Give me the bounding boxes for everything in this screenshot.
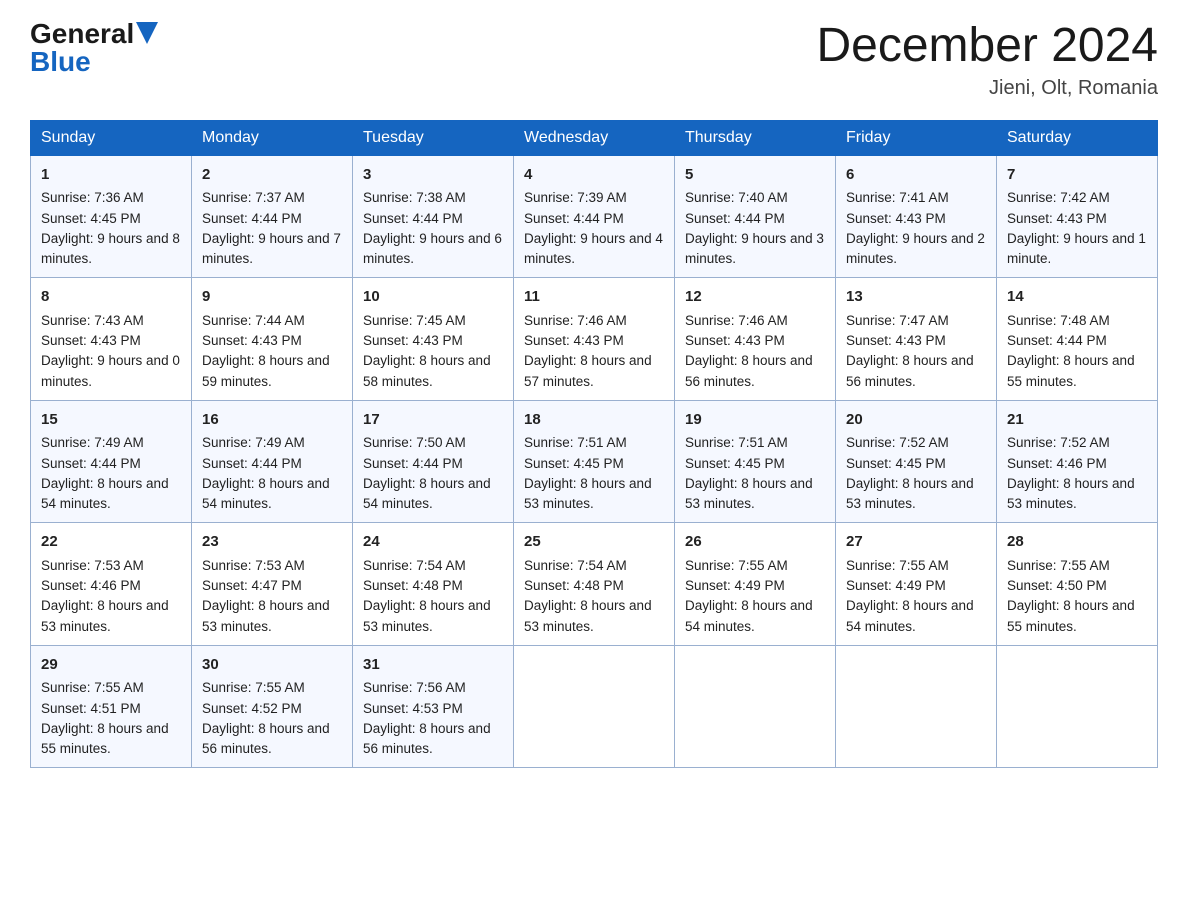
day-number: 14	[1007, 286, 1147, 309]
calendar-cell	[675, 645, 836, 768]
calendar-cell: 2Sunrise: 7:37 AMSunset: 4:44 PMDaylight…	[192, 155, 353, 278]
day-header-sunday: Sunday	[31, 120, 192, 155]
header-row: SundayMondayTuesdayWednesdayThursdayFrid…	[31, 120, 1158, 155]
calendar-cell: 28Sunrise: 7:55 AMSunset: 4:50 PMDayligh…	[997, 523, 1158, 646]
calendar-cell: 14Sunrise: 7:48 AMSunset: 4:44 PMDayligh…	[997, 278, 1158, 401]
day-number: 22	[41, 531, 181, 554]
day-number: 15	[41, 409, 181, 432]
calendar-cell: 16Sunrise: 7:49 AMSunset: 4:44 PMDayligh…	[192, 400, 353, 523]
day-number: 25	[524, 531, 664, 554]
day-number: 24	[363, 531, 503, 554]
calendar-cell: 1Sunrise: 7:36 AMSunset: 4:45 PMDaylight…	[31, 155, 192, 278]
day-number: 20	[846, 409, 986, 432]
day-number: 10	[363, 286, 503, 309]
calendar-cell: 18Sunrise: 7:51 AMSunset: 4:45 PMDayligh…	[514, 400, 675, 523]
day-number: 23	[202, 531, 342, 554]
day-number: 27	[846, 531, 986, 554]
calendar-cell: 29Sunrise: 7:55 AMSunset: 4:51 PMDayligh…	[31, 645, 192, 768]
calendar-cell: 31Sunrise: 7:56 AMSunset: 4:53 PMDayligh…	[353, 645, 514, 768]
calendar-cell: 17Sunrise: 7:50 AMSunset: 4:44 PMDayligh…	[353, 400, 514, 523]
day-header-monday: Monday	[192, 120, 353, 155]
day-number: 31	[363, 654, 503, 677]
day-number: 18	[524, 409, 664, 432]
logo-blue-text: Blue	[30, 48, 91, 76]
calendar-cell: 30Sunrise: 7:55 AMSunset: 4:52 PMDayligh…	[192, 645, 353, 768]
day-number: 19	[685, 409, 825, 432]
day-number: 12	[685, 286, 825, 309]
page-header: General Blue December 2024 Jieni, Olt, R…	[30, 20, 1158, 100]
calendar-title: December 2024	[816, 20, 1158, 73]
calendar-cell: 24Sunrise: 7:54 AMSunset: 4:48 PMDayligh…	[353, 523, 514, 646]
calendar-week-row: 29Sunrise: 7:55 AMSunset: 4:51 PMDayligh…	[31, 645, 1158, 768]
calendar-cell: 19Sunrise: 7:51 AMSunset: 4:45 PMDayligh…	[675, 400, 836, 523]
day-number: 8	[41, 286, 181, 309]
calendar-cell: 13Sunrise: 7:47 AMSunset: 4:43 PMDayligh…	[836, 278, 997, 401]
calendar-cell: 10Sunrise: 7:45 AMSunset: 4:43 PMDayligh…	[353, 278, 514, 401]
calendar-cell: 7Sunrise: 7:42 AMSunset: 4:43 PMDaylight…	[997, 155, 1158, 278]
calendar-cell: 26Sunrise: 7:55 AMSunset: 4:49 PMDayligh…	[675, 523, 836, 646]
logo-triangle-icon	[136, 22, 158, 44]
day-number: 21	[1007, 409, 1147, 432]
day-number: 2	[202, 164, 342, 187]
day-number: 7	[1007, 164, 1147, 187]
day-header-tuesday: Tuesday	[353, 120, 514, 155]
logo-general-text: General	[30, 20, 134, 48]
calendar-table: SundayMondayTuesdayWednesdayThursdayFrid…	[30, 120, 1158, 769]
title-block: December 2024 Jieni, Olt, Romania	[816, 20, 1158, 100]
calendar-week-row: 15Sunrise: 7:49 AMSunset: 4:44 PMDayligh…	[31, 400, 1158, 523]
calendar-cell: 3Sunrise: 7:38 AMSunset: 4:44 PMDaylight…	[353, 155, 514, 278]
calendar-cell: 15Sunrise: 7:49 AMSunset: 4:44 PMDayligh…	[31, 400, 192, 523]
day-header-wednesday: Wednesday	[514, 120, 675, 155]
day-number: 17	[363, 409, 503, 432]
day-number: 28	[1007, 531, 1147, 554]
day-number: 13	[846, 286, 986, 309]
day-header-saturday: Saturday	[997, 120, 1158, 155]
calendar-cell: 11Sunrise: 7:46 AMSunset: 4:43 PMDayligh…	[514, 278, 675, 401]
calendar-cell: 27Sunrise: 7:55 AMSunset: 4:49 PMDayligh…	[836, 523, 997, 646]
calendar-cell: 9Sunrise: 7:44 AMSunset: 4:43 PMDaylight…	[192, 278, 353, 401]
calendar-cell: 6Sunrise: 7:41 AMSunset: 4:43 PMDaylight…	[836, 155, 997, 278]
day-number: 16	[202, 409, 342, 432]
calendar-week-row: 8Sunrise: 7:43 AMSunset: 4:43 PMDaylight…	[31, 278, 1158, 401]
day-header-thursday: Thursday	[675, 120, 836, 155]
calendar-cell: 21Sunrise: 7:52 AMSunset: 4:46 PMDayligh…	[997, 400, 1158, 523]
calendar-cell: 23Sunrise: 7:53 AMSunset: 4:47 PMDayligh…	[192, 523, 353, 646]
calendar-cell: 20Sunrise: 7:52 AMSunset: 4:45 PMDayligh…	[836, 400, 997, 523]
day-number: 26	[685, 531, 825, 554]
calendar-cell	[997, 645, 1158, 768]
calendar-week-row: 22Sunrise: 7:53 AMSunset: 4:46 PMDayligh…	[31, 523, 1158, 646]
calendar-cell: 22Sunrise: 7:53 AMSunset: 4:46 PMDayligh…	[31, 523, 192, 646]
calendar-cell	[836, 645, 997, 768]
day-number: 4	[524, 164, 664, 187]
calendar-cell: 5Sunrise: 7:40 AMSunset: 4:44 PMDaylight…	[675, 155, 836, 278]
day-number: 3	[363, 164, 503, 187]
day-number: 5	[685, 164, 825, 187]
day-number: 30	[202, 654, 342, 677]
day-header-friday: Friday	[836, 120, 997, 155]
calendar-subtitle: Jieni, Olt, Romania	[816, 77, 1158, 100]
day-number: 29	[41, 654, 181, 677]
calendar-cell	[514, 645, 675, 768]
day-number: 1	[41, 164, 181, 187]
calendar-cell: 4Sunrise: 7:39 AMSunset: 4:44 PMDaylight…	[514, 155, 675, 278]
calendar-cell: 8Sunrise: 7:43 AMSunset: 4:43 PMDaylight…	[31, 278, 192, 401]
calendar-cell: 12Sunrise: 7:46 AMSunset: 4:43 PMDayligh…	[675, 278, 836, 401]
day-number: 9	[202, 286, 342, 309]
day-number: 11	[524, 286, 664, 309]
logo: General Blue	[30, 20, 158, 76]
day-number: 6	[846, 164, 986, 187]
calendar-week-row: 1Sunrise: 7:36 AMSunset: 4:45 PMDaylight…	[31, 155, 1158, 278]
calendar-cell: 25Sunrise: 7:54 AMSunset: 4:48 PMDayligh…	[514, 523, 675, 646]
